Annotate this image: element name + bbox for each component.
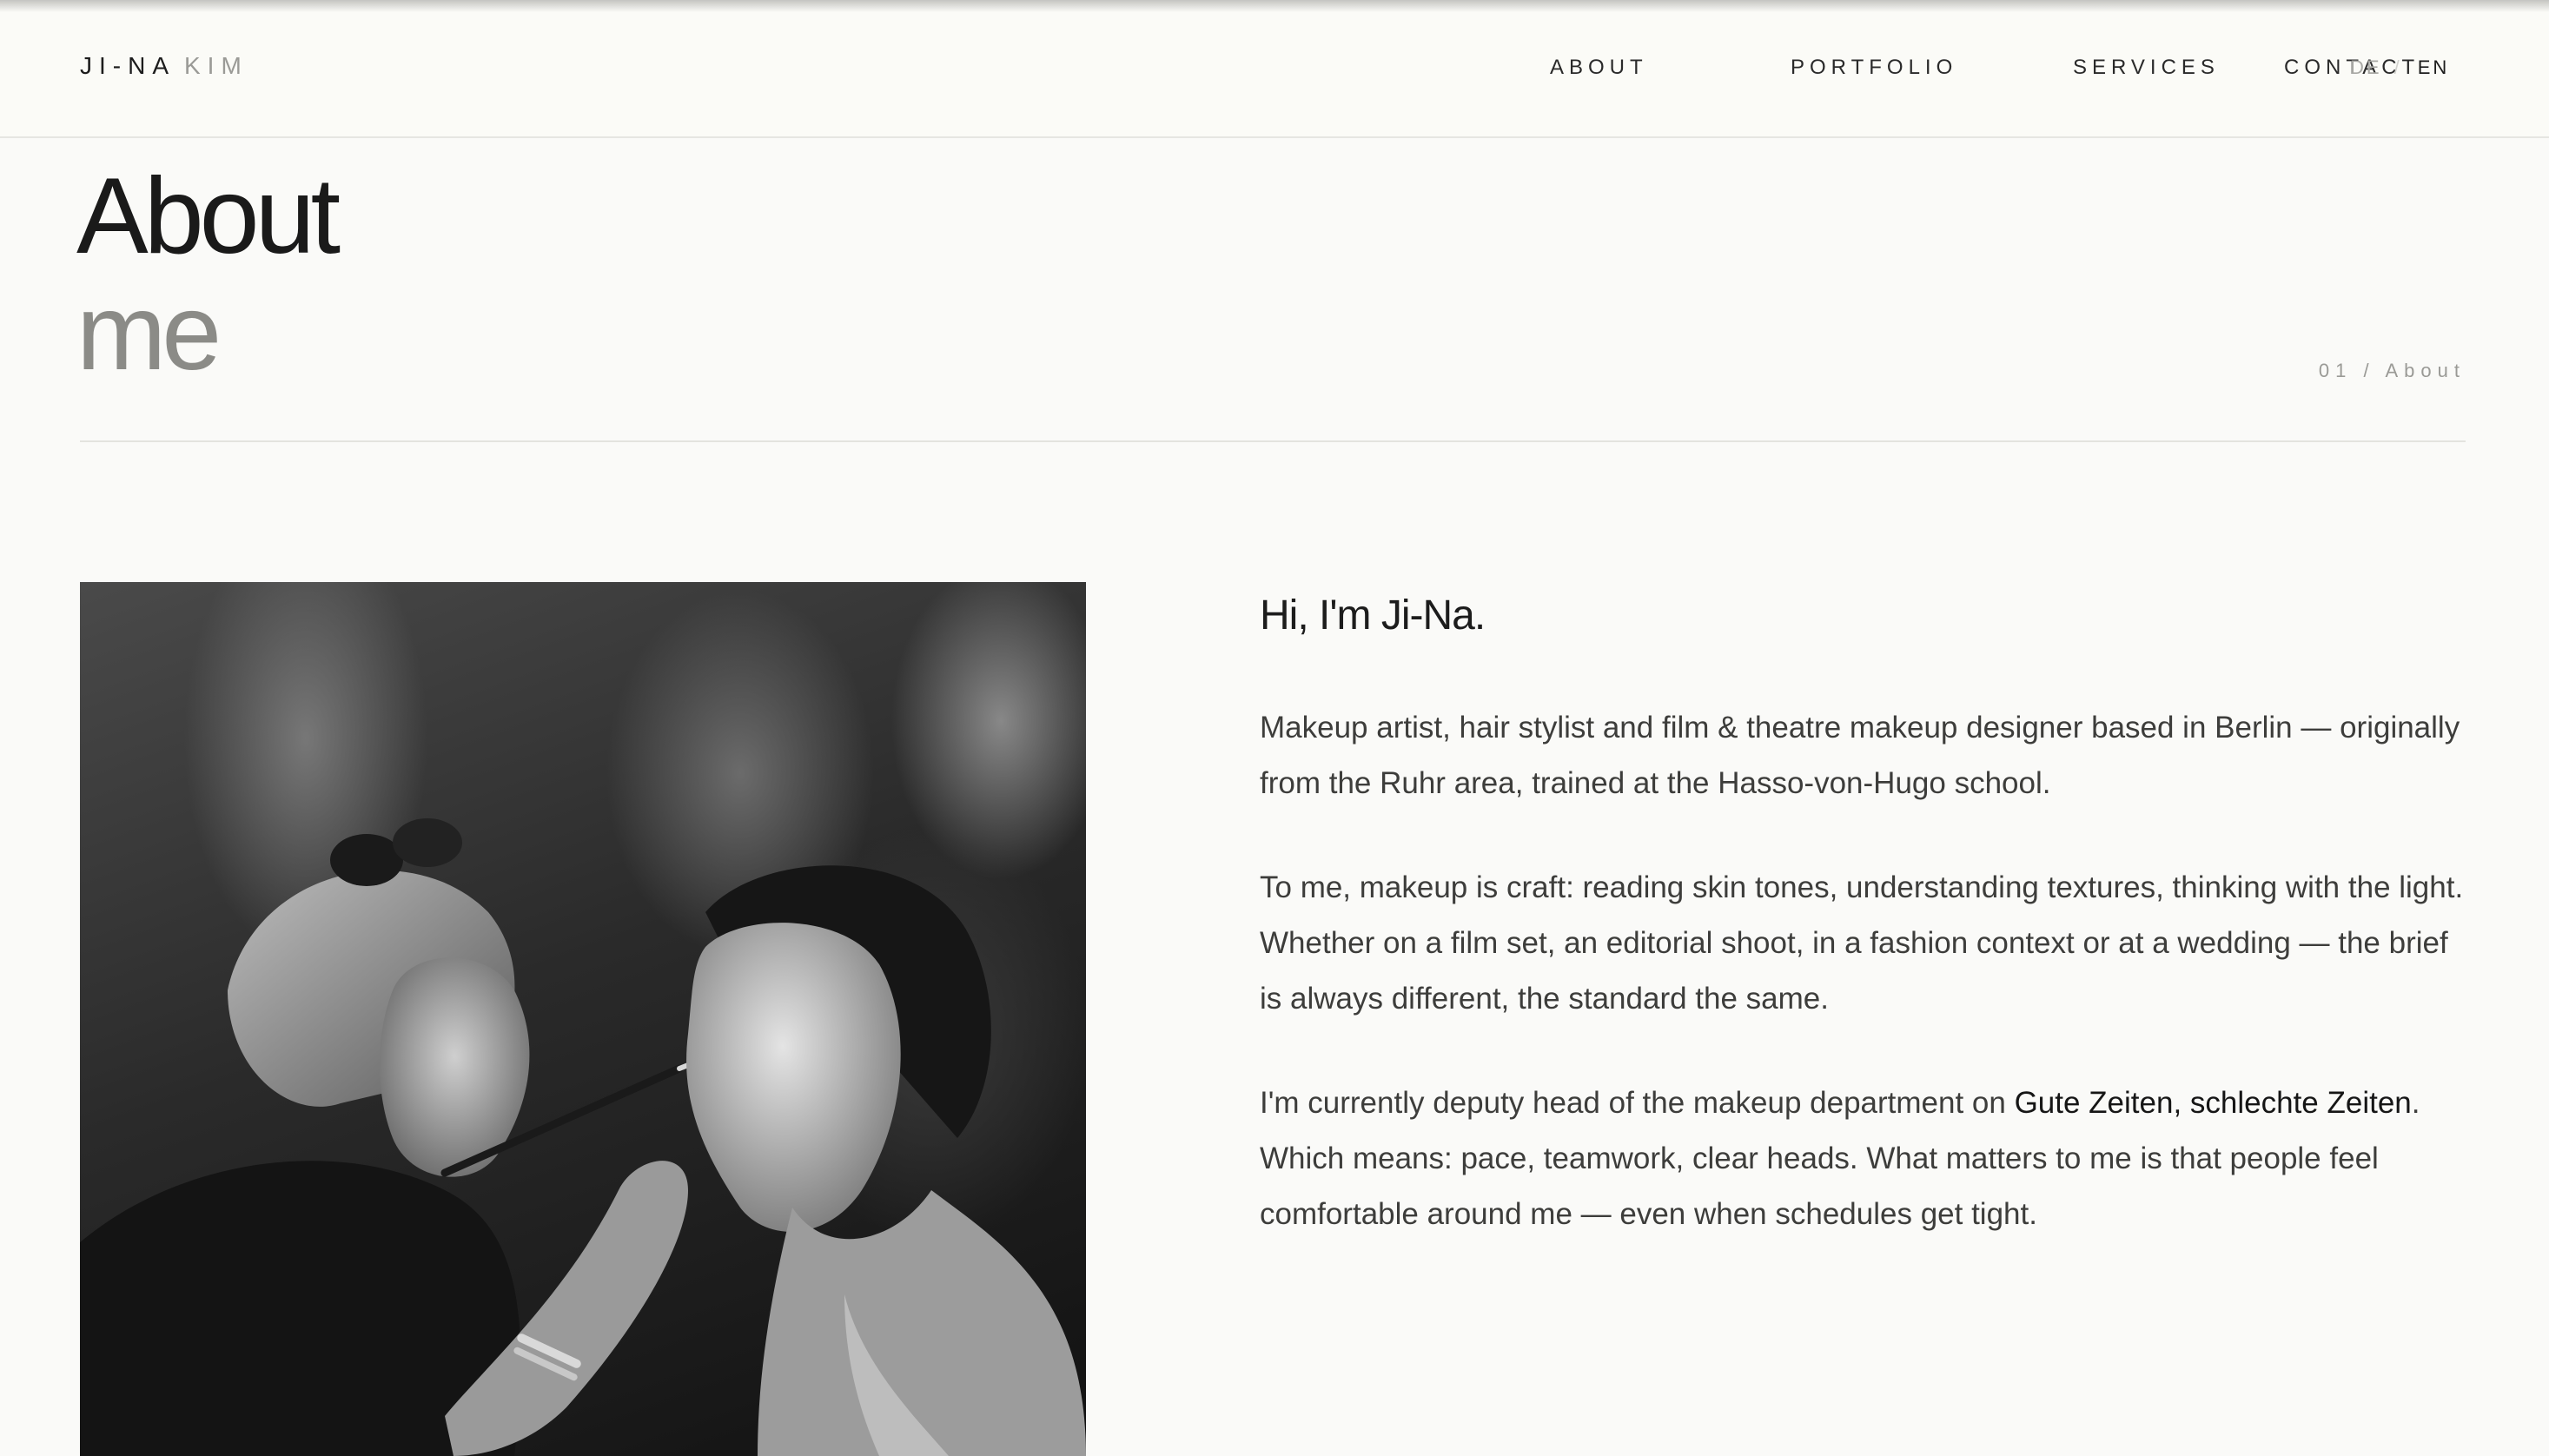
logo-first-name: JI-NA <box>80 52 175 79</box>
section-divider <box>80 440 2466 442</box>
about-bio: Hi, I'm Ji-Na. Makeup artist, hair styli… <box>1260 582 2469 1291</box>
bio-paragraph-3: I'm currently deputy head of the makeup … <box>1260 1075 2469 1242</box>
site-logo[interactable]: JI-NA KIM <box>80 52 248 80</box>
nav-services[interactable]: SERVICES <box>2073 55 2215 81</box>
bio-show-name: Gute Zeiten, schlechte Zeiten <box>2014 1086 2412 1120</box>
bio-paragraph-1: Makeup artist, hair stylist and film & t… <box>1260 711 2460 800</box>
nav-portfolio[interactable]: PORTFOLIO <box>1791 55 2023 81</box>
main-nav: ABOUT PORTFOLIO SERVICES CONTACT <box>1550 55 2432 81</box>
bio-p3-intro: I'm currently deputy head of the makeup … <box>1260 1086 2015 1120</box>
site-header: JI-NA KIM ABOUT PORTFOLIO SERVICES CONTAC… <box>0 0 2549 138</box>
bio-paragraph-2: To me, makeup is craft: reading skin ton… <box>1260 870 2464 1016</box>
section-breadcrumb: 01 / About <box>2318 360 2466 381</box>
language-switcher: DE / EN <box>2350 55 2449 81</box>
page-title: About me <box>76 156 341 393</box>
lang-separator: / <box>2393 56 2402 78</box>
portrait-photo <box>80 582 1086 1456</box>
lang-en[interactable]: EN <box>2418 55 2450 81</box>
top-shadow <box>0 0 2549 12</box>
logo-last-name: KIM <box>184 52 248 79</box>
lang-de[interactable]: DE <box>2350 55 2382 81</box>
page-title-line2: me <box>76 273 222 393</box>
photo-illustration <box>80 818 1086 1456</box>
page-title-line1: About <box>76 156 341 276</box>
bio-heading: Hi, I'm Ji-Na. <box>1260 592 1486 639</box>
nav-about[interactable]: ABOUT <box>1550 55 1719 81</box>
